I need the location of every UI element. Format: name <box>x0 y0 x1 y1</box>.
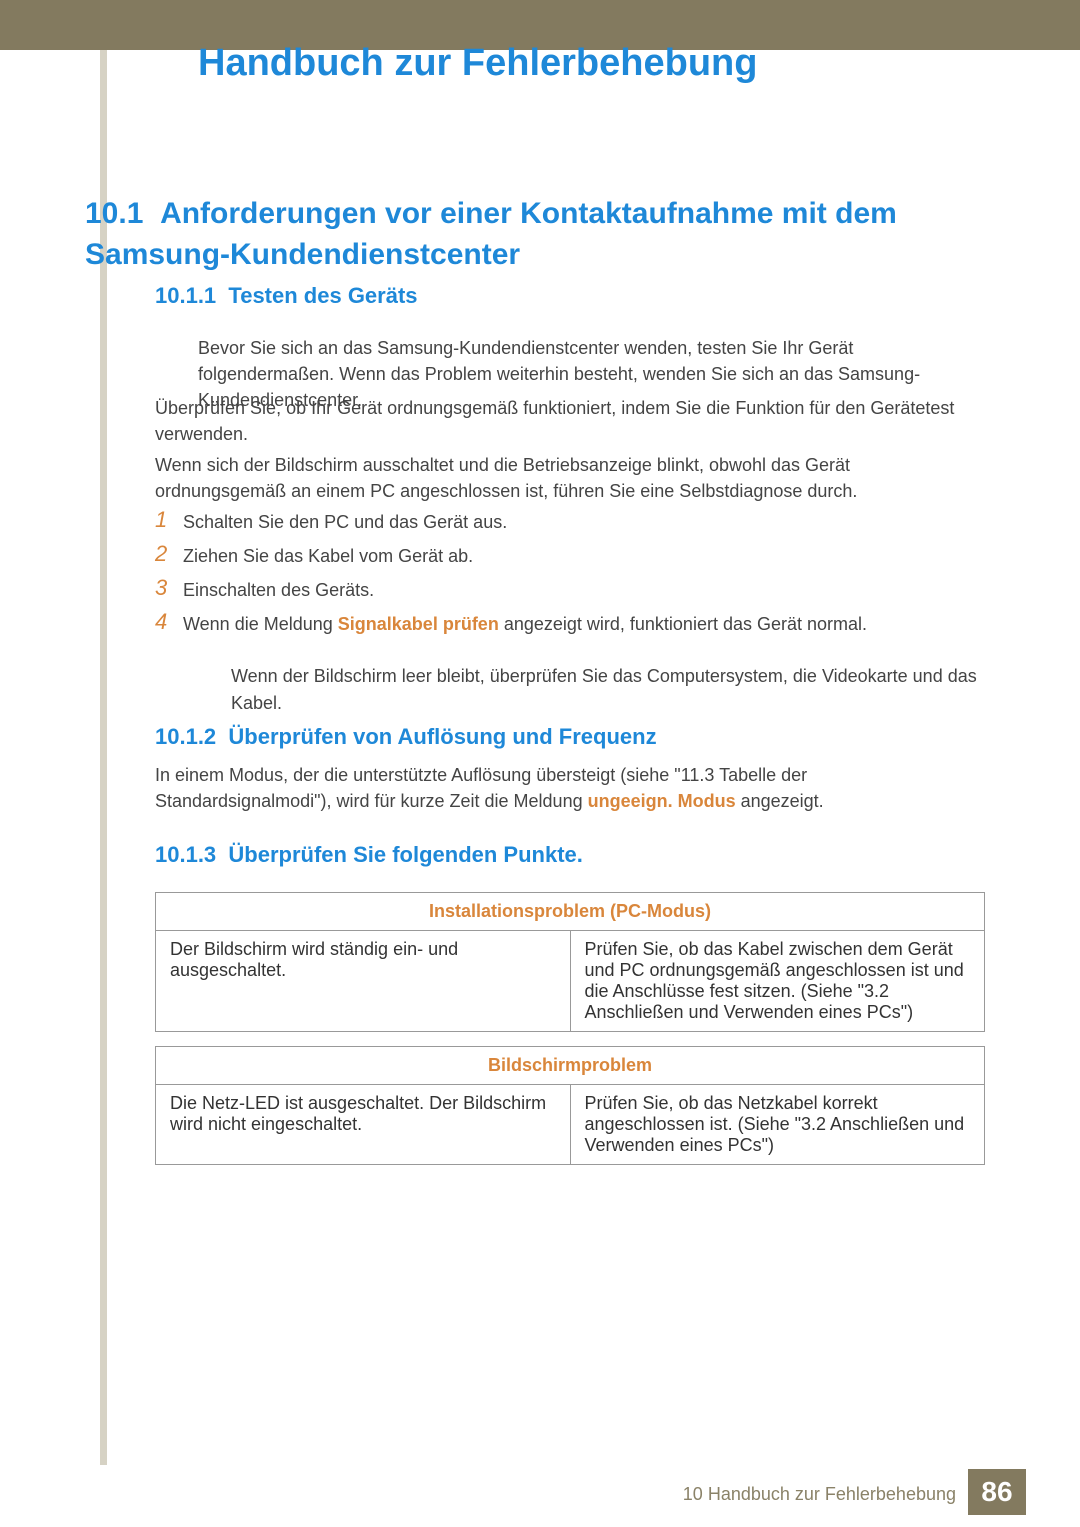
list-text-post: angezeigt wird, funktioniert das Gerät n… <box>499 614 867 634</box>
subsection-number: 10.1.2 <box>155 724 216 749</box>
body-paragraph: Überprüfen Sie, ob Ihr Gerät ordnungsgem… <box>155 395 985 447</box>
page-number: 86 <box>968 1469 1026 1515</box>
subsection-heading: 10.1.2 Überprüfen von Auflösung und Freq… <box>155 724 657 750</box>
subsection-title: Testen des Geräts <box>228 283 417 308</box>
body-paragraph: Wenn sich der Bildschirm ausschaltet und… <box>155 452 985 504</box>
list-number: 3 <box>155 575 183 601</box>
para-text-post: angezeigt. <box>736 791 824 811</box>
list-item: 2 Ziehen Sie das Kabel vom Gerät ab. <box>155 541 985 569</box>
section-heading: 10.1 Anforderungen vor einer Kontaktaufn… <box>85 194 975 275</box>
subsection-heading: 10.1.3 Überprüfen Sie folgenden Punkte. <box>155 842 583 868</box>
section-number: 10.1 <box>85 197 143 230</box>
table-cell-solution: Prüfen Sie, ob das Kabel zwischen dem Ge… <box>570 931 985 1032</box>
section-title: Anforderungen vor einer Kontaktaufnahme … <box>85 197 897 271</box>
list-text: Einschalten des Geräts. <box>183 575 985 603</box>
subsection-title: Überprüfen von Auflösung und Frequenz <box>228 724 656 749</box>
subsection-title: Überprüfen Sie folgenden Punkte. <box>228 842 582 867</box>
list-item: 4 Wenn die Meldung Signalkabel prüfen an… <box>155 609 985 637</box>
emphasis-text: Signalkabel prüfen <box>338 614 499 634</box>
page-root: Handbuch zur Fehlerbehebung 10.1 Anforde… <box>0 0 1080 1527</box>
footer: 10 Handbuch zur Fehlerbehebung 86 <box>0 1465 1080 1527</box>
list-number: 4 <box>155 609 183 635</box>
footer-chapter-label: 10 Handbuch zur Fehlerbehebung <box>683 1484 956 1505</box>
table-cell-solution: Prüfen Sie, ob das Netzkabel korrekt ang… <box>570 1085 985 1165</box>
table-cell-problem: Der Bildschirm wird ständig ein- und aus… <box>156 931 571 1032</box>
table-cell-problem: Die Netz-LED ist ausgeschaltet. Der Bild… <box>156 1085 571 1165</box>
list-text: Schalten Sie den PC und das Gerät aus. <box>183 507 985 535</box>
list-number: 1 <box>155 507 183 533</box>
subsection-heading: 10.1.1 Testen des Geräts <box>155 283 418 309</box>
list-text: Wenn die Meldung Signalkabel prüfen ange… <box>183 609 985 637</box>
chapter-title: Handbuch zur Fehlerbehebung <box>198 42 757 85</box>
list-number: 2 <box>155 541 183 567</box>
ordered-steps: 1 Schalten Sie den PC und das Gerät aus.… <box>155 507 985 717</box>
table-row: Der Bildschirm wird ständig ein- und aus… <box>156 931 985 1032</box>
list-item: 3 Einschalten des Geräts. <box>155 575 985 603</box>
troubleshoot-table: Installationsproblem (PC-Modus) Der Bild… <box>155 892 985 1032</box>
table-header: Installationsproblem (PC-Modus) <box>156 893 985 931</box>
list-text: Ziehen Sie das Kabel vom Gerät ab. <box>183 541 985 569</box>
body-paragraph: In einem Modus, der die unterstützte Auf… <box>155 762 985 814</box>
step-note: Wenn der Bildschirm leer bleibt, überprü… <box>231 663 985 717</box>
list-item: 1 Schalten Sie den PC und das Gerät aus. <box>155 507 985 535</box>
troubleshoot-table: Bildschirmproblem Die Netz-LED ist ausge… <box>155 1046 985 1165</box>
emphasis-text: ungeeign. Modus <box>588 791 736 811</box>
subsection-number: 10.1.3 <box>155 842 216 867</box>
table-header: Bildschirmproblem <box>156 1047 985 1085</box>
table-row: Die Netz-LED ist ausgeschaltet. Der Bild… <box>156 1085 985 1165</box>
subsection-number: 10.1.1 <box>155 283 216 308</box>
list-text-pre: Wenn die Meldung <box>183 614 338 634</box>
